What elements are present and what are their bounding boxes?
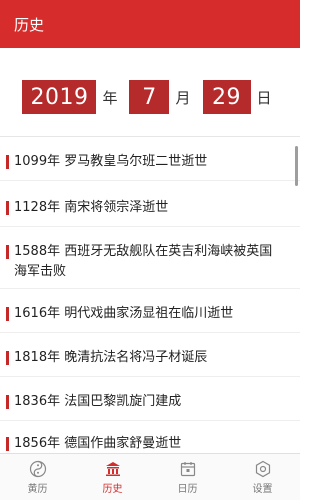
- scrollbar[interactable]: [295, 146, 298, 186]
- nav-item-almanac[interactable]: 黄历: [0, 454, 75, 500]
- list-divider: [0, 332, 300, 333]
- app-bar: 历史: [0, 0, 300, 48]
- list-item[interactable]: 1818年 晚清抗法名将冯子材诞辰: [0, 348, 300, 368]
- nav-label: 设置: [252, 483, 273, 495]
- list-item[interactable]: 1099年 罗马教皇乌尔班二世逝世: [0, 152, 300, 172]
- nav-item-history[interactable]: 历史: [75, 454, 150, 500]
- landmark-icon: [104, 460, 122, 478]
- list-item[interactable]: 1588年 西班牙无敌舰队在英吉利海峡被英国海军击败: [0, 242, 300, 282]
- list-divider: [0, 180, 300, 181]
- calendar-icon: [179, 460, 197, 478]
- list-item[interactable]: 1616年 明代戏曲家汤显祖在临川逝世: [0, 304, 300, 324]
- divider: [0, 136, 300, 137]
- bottom-nav: 黄历 历史 日历 设置: [0, 453, 300, 500]
- nav-label: 日历: [177, 483, 198, 495]
- page-title: 历史: [14, 15, 45, 34]
- month-selector[interactable]: 7: [129, 80, 170, 114]
- year-unit-label: 年: [102, 88, 118, 107]
- list-divider: [0, 288, 300, 289]
- list-divider: [0, 226, 300, 227]
- list-divider: [0, 376, 300, 377]
- history-list: 1099年 罗马教皇乌尔班二世逝世 1128年 南宋将领宗泽逝世 1588年 西…: [0, 140, 300, 452]
- list-divider: [0, 420, 300, 421]
- day-selector[interactable]: 29: [202, 80, 251, 114]
- year-selector[interactable]: 2019: [22, 80, 97, 114]
- date-picker: 2019 年 7 月 29 日: [0, 66, 300, 128]
- list-item[interactable]: 1836年 法国巴黎凯旋门建成: [0, 392, 300, 412]
- yin-yang-icon: [29, 460, 47, 478]
- list-item[interactable]: 1128年 南宋将领宗泽逝世: [0, 198, 300, 218]
- day-unit-label: 日: [256, 88, 272, 107]
- nav-label: 历史: [102, 483, 123, 495]
- month-unit-label: 月: [175, 88, 191, 107]
- nav-label: 黄历: [27, 483, 48, 495]
- list-item[interactable]: 1856年 德国作曲家舒曼逝世: [0, 434, 300, 452]
- nav-item-calendar[interactable]: 日历: [150, 454, 225, 500]
- gear-icon: [254, 460, 272, 478]
- nav-item-settings[interactable]: 设置: [225, 454, 300, 500]
